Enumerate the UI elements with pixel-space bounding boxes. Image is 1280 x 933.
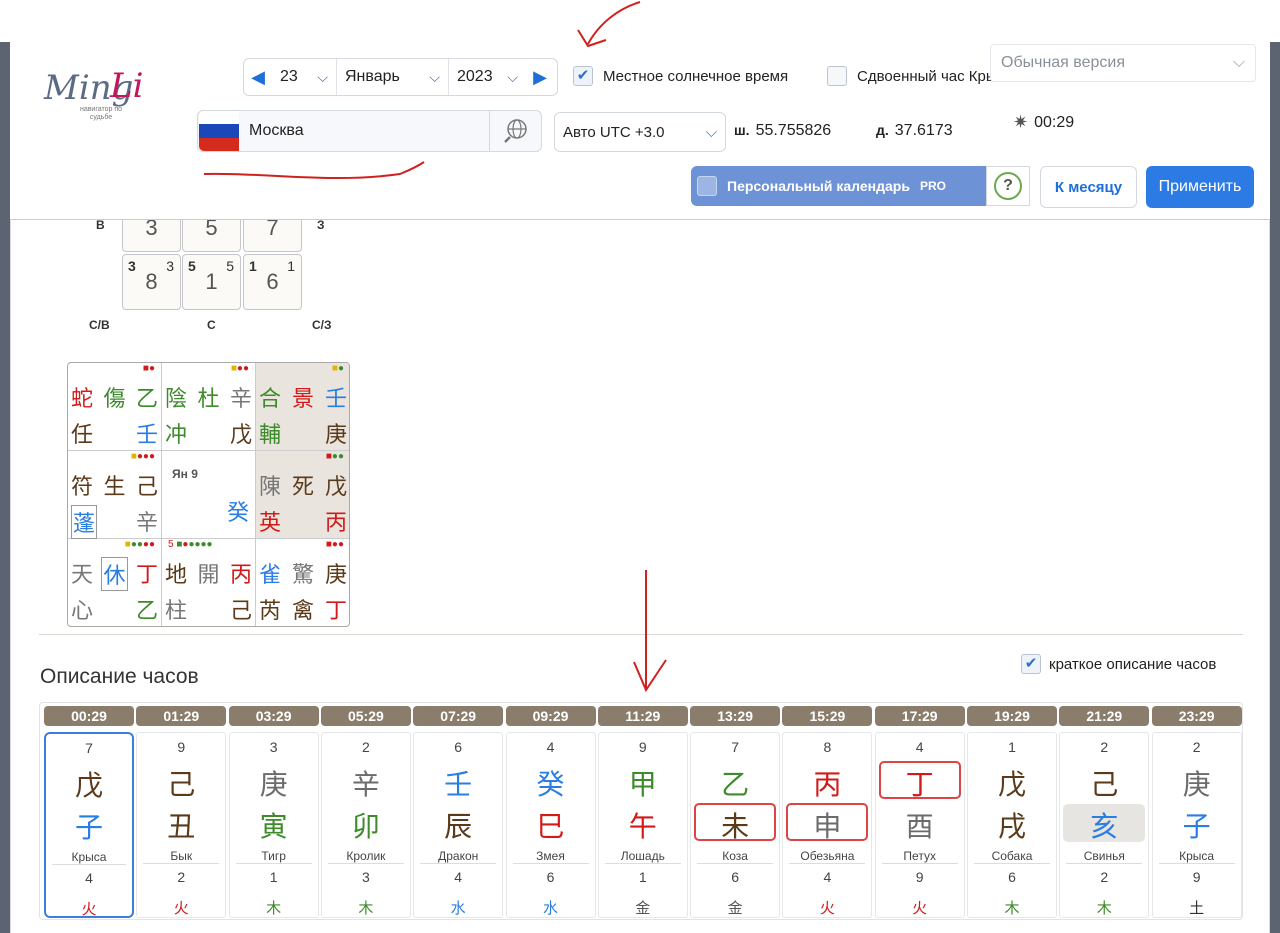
annotation-marks — [203, 1, 667, 693]
